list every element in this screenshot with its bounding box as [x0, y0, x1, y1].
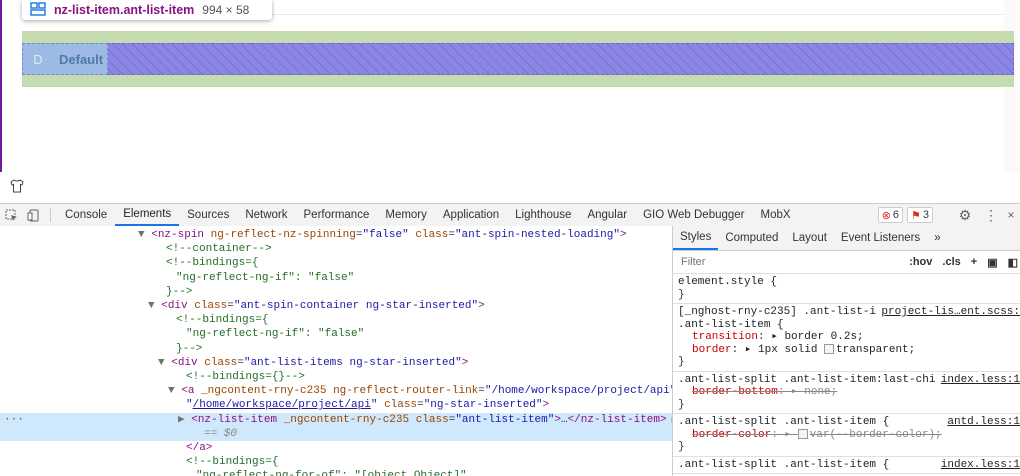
- dom-node-line[interactable]: ▼ <nz-spin ng-reflect-nz-spinning="false…: [0, 228, 672, 242]
- tooltip-selector: nz-list-item.ant-list-item: [54, 3, 195, 17]
- expand-triangle-icon[interactable]: ▼: [168, 385, 175, 397]
- styles-filter-input[interactable]: [679, 255, 883, 269]
- tab-lighthouse[interactable]: Lighthouse: [507, 204, 579, 226]
- style-rule[interactable]: element.style {}: [673, 274, 1020, 304]
- class-toggle[interactable]: .cls: [942, 256, 960, 268]
- color-swatch[interactable]: [824, 343, 835, 354]
- rule-source-link[interactable]: index.less:1: [936, 373, 1020, 386]
- styles-tab-event-listeners[interactable]: Event Listeners: [834, 226, 927, 250]
- grid-icon: [30, 1, 46, 19]
- warning-count: 3: [922, 209, 929, 221]
- tab-gio-web-debugger[interactable]: GIO Web Debugger: [635, 204, 752, 226]
- dom-node-line[interactable]: <!--bindings={: [0, 256, 672, 270]
- highlight-content-overlay: [22, 43, 1014, 75]
- rule-source-link[interactable]: antd.less:1: [943, 416, 1020, 429]
- dom-node-line[interactable]: ▼ <div class="ant-list-items ng-star-ins…: [0, 356, 672, 370]
- dom-node-line[interactable]: ▼ <div class="ant-spin-container ng-star…: [0, 299, 672, 313]
- style-rules: element.style {} [_nghost-rny-c235] .ant-…: [673, 274, 1020, 474]
- styles-tab-styles[interactable]: Styles: [673, 226, 719, 250]
- rule-source-link[interactable]: index.less:1: [936, 458, 1020, 471]
- tab-network[interactable]: Network: [237, 204, 295, 226]
- dom-node-line[interactable]: == $0: [0, 426, 672, 441]
- devtools-toolbar: Console Elements Sources Network Performance…: [0, 203, 1020, 227]
- tab-mobx[interactable]: MobX: [753, 204, 799, 226]
- tab-application[interactable]: Application: [435, 204, 507, 226]
- tab-console[interactable]: Console: [57, 204, 115, 226]
- error-icon: ⊗: [881, 209, 891, 222]
- elements-tree: ▼ <nz-spin ng-reflect-nz-spinning="false…: [0, 226, 672, 476]
- dom-node-line[interactable]: </a>: [0, 441, 672, 455]
- list-item-title: Default: [59, 51, 104, 67]
- shirt-icon[interactable]: [10, 179, 26, 195]
- list-item[interactable]: D Default: [22, 43, 108, 75]
- error-count-badge[interactable]: ⊗ 6: [877, 207, 903, 223]
- dom-node-line[interactable]: <!--container-->: [0, 242, 672, 256]
- more-tabs-icon[interactable]: »: [927, 226, 947, 250]
- expand-triangle-icon[interactable]: ▼: [138, 229, 145, 241]
- styles-pane: StylesComputedLayoutEvent Listeners» :ho…: [673, 226, 1020, 476]
- styles-tab-layout[interactable]: Layout: [785, 226, 834, 250]
- tooltip-size: 994 × 58: [202, 3, 250, 17]
- toolbar-separator: [50, 208, 51, 222]
- style-rule[interactable]: .ant-list-split .ant-list-item {index.le…: [673, 457, 1020, 474]
- style-rule[interactable]: [_nghost-rny-c235] .ant-list-items .ant-l…: [673, 304, 1020, 372]
- avatar: D: [23, 44, 53, 74]
- dom-node-line[interactable]: "/home/workspace/project/api" class="ng-…: [0, 398, 672, 412]
- tab-elements[interactable]: Elements: [115, 204, 180, 226]
- avatar-letter: D: [33, 51, 43, 67]
- expand-triangle-icon[interactable]: ▼: [148, 300, 155, 312]
- styles-tabs: Styles Computed Layout Event Listeners»: [673, 226, 1020, 251]
- expand-triangle-icon[interactable]: ▶: [178, 414, 185, 426]
- dom-node-line[interactable]: <!--bindings={}-->: [0, 370, 672, 384]
- dom-node-line[interactable]: <!--bindings={: [0, 313, 672, 327]
- inspect-element-icon[interactable]: [0, 204, 22, 226]
- tab-angular[interactable]: Angular: [579, 204, 635, 226]
- dom-node-line[interactable]: "ng-reflect-ng-for-of": "[object Object]…: [0, 469, 672, 476]
- style-rule[interactable]: .ant-list-split .ant-list-item {antd.les…: [673, 414, 1020, 457]
- devtools-tabs: Console Elements Sources Network Performance…: [57, 204, 799, 226]
- dom-node-line[interactable]: }-->: [0, 342, 672, 356]
- close-icon[interactable]: ×: [1006, 208, 1016, 222]
- tab-performance[interactable]: Performance: [296, 204, 378, 226]
- dom-node-line[interactable]: "ng-reflect-ng-if": "false": [0, 271, 672, 285]
- page-left-border: [0, 0, 2, 172]
- error-count: 6: [892, 209, 899, 221]
- sidebar-toggle-icon[interactable]: ◧: [1008, 256, 1018, 269]
- paint-icon[interactable]: ▣: [987, 256, 997, 269]
- style-rule[interactable]: .ant-list-split .ant-list-item:last-chil…: [673, 372, 1020, 414]
- tab-sources[interactable]: Sources: [179, 204, 237, 226]
- kebab-menu-icon[interactable]: ⋮: [980, 207, 1002, 224]
- dom-node-line[interactable]: "ng-reflect-ng-if": "false": [0, 327, 672, 341]
- expand-triangle-icon[interactable]: ▼: [158, 357, 165, 369]
- more-dots-icon[interactable]: ···: [4, 413, 24, 427]
- dom-node-line[interactable]: ▼ <a _ngcontent-rny-c235 ng-reflect-rout…: [0, 384, 672, 398]
- styles-filter-row: :hov .cls + ▣ ◧: [673, 251, 1020, 274]
- dom-node-line[interactable]: ··· ▶ <nz-list-item _ngcontent-rny-c235 c…: [0, 412, 672, 427]
- rule-source-link[interactable]: project-lis…ent.scss:: [877, 306, 1020, 319]
- dom-node-line[interactable]: }-->: [0, 285, 672, 299]
- add-rule-icon[interactable]: +: [971, 256, 977, 268]
- styles-tab-computed[interactable]: Computed: [718, 226, 785, 250]
- hover-state-toggle[interactable]: :hov: [909, 256, 932, 268]
- warning-count-badge[interactable]: ⚑ 3: [907, 207, 933, 223]
- issue-badges: ⊗ 6 ⚑ 3 ⚙ ⋮ ×: [877, 204, 1020, 226]
- gear-icon[interactable]: ⚙: [954, 207, 976, 224]
- element-inspect-tooltip: nz-list-item.ant-list-item 994 × 58: [22, 0, 272, 20]
- issue-flag-icon: ⚑: [911, 209, 921, 222]
- tab-memory[interactable]: Memory: [377, 204, 435, 226]
- color-swatch[interactable]: [797, 428, 808, 439]
- dom-node-line[interactable]: <!--bindings={: [0, 455, 672, 469]
- page-divider: [270, 14, 1020, 15]
- device-toolbar-icon[interactable]: [22, 204, 44, 226]
